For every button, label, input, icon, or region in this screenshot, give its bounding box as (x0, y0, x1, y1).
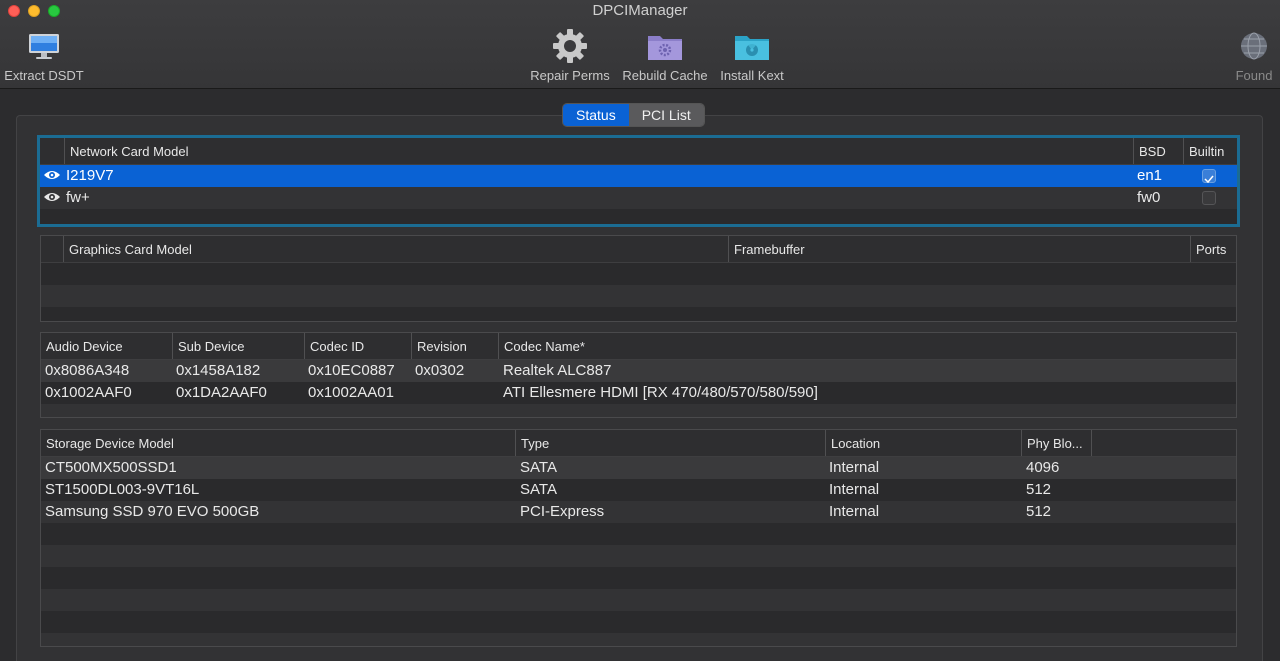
gear-icon (528, 26, 612, 66)
column-header-graphics-model[interactable]: Graphics Card Model (63, 236, 728, 262)
network-model-cell: fw+ (66, 189, 90, 206)
type-cell: PCI-Express (520, 503, 605, 520)
rebuild-cache-button[interactable]: Rebuild Cache (620, 26, 710, 83)
folder-radiation-icon (716, 26, 788, 66)
column-header-bsd[interactable]: BSD (1133, 138, 1183, 164)
empty-row (41, 523, 1236, 545)
column-header-location[interactable]: Location (825, 430, 1021, 456)
tab-pci-list[interactable]: PCI List (628, 104, 704, 126)
storage-table-header: Storage Device Model Type Location Phy B… (41, 430, 1236, 457)
location-cell: Internal (829, 481, 880, 498)
column-header-builtin[interactable]: Builtin (1183, 138, 1237, 164)
table-row[interactable]: ST1500DL003-9VT16L SATA Internal 512 (41, 479, 1236, 501)
eye-icon (44, 193, 60, 201)
revision-cell: 0x0302 (415, 362, 465, 379)
phy-block-cell: 512 (1026, 503, 1052, 520)
empty-row (41, 567, 1236, 589)
bsd-cell: fw0 (1137, 189, 1161, 206)
audio-device-cell: 0x8086A348 (45, 362, 130, 379)
location-cell: Internal (829, 503, 880, 520)
column-header-revision[interactable]: Revision (411, 333, 498, 359)
audio-table[interactable]: Audio Device Sub Device Codec ID Revisio… (40, 332, 1237, 418)
extract-dsdt-label: Extract DSDT (4, 68, 84, 83)
tab-status[interactable]: Status (563, 104, 629, 126)
network-model-cell: I219V7 (66, 167, 114, 184)
empty-row (41, 545, 1236, 567)
audio-table-header: Audio Device Sub Device Codec ID Revisio… (41, 333, 1236, 360)
table-row[interactable]: I219V7 en1 (40, 165, 1237, 187)
column-header-audio-device[interactable]: Audio Device (41, 333, 172, 359)
install-kext-button[interactable]: Install Kext (716, 26, 788, 83)
column-header-codec-id[interactable]: Codec ID (304, 333, 411, 359)
empty-row (41, 263, 1236, 285)
empty-row (41, 633, 1236, 646)
empty-row (41, 611, 1236, 633)
extract-dsdt-button[interactable]: Extract DSDT (2, 26, 86, 83)
empty-row (40, 209, 1237, 224)
column-header-codec-name[interactable]: Codec Name* (498, 333, 1236, 359)
empty-row (41, 589, 1236, 611)
column-header-network-model[interactable]: Network Card Model (64, 138, 1133, 164)
globe-icon (1230, 26, 1278, 66)
column-header-sub-device[interactable]: Sub Device (172, 333, 304, 359)
storage-model-cell: ST1500DL003-9VT16L (45, 481, 200, 498)
found-label: Found (1235, 68, 1273, 83)
empty-row (41, 404, 1236, 417)
network-table-header: Network Card Model BSD Builtin (40, 138, 1237, 165)
storage-model-cell: Samsung SSD 970 EVO 500GB (45, 503, 260, 520)
column-header-storage-model[interactable]: Storage Device Model (41, 430, 515, 456)
window-title: DPCIManager (592, 2, 688, 19)
monitor-icon (2, 26, 86, 66)
folder-gear-icon (620, 26, 710, 66)
location-cell: Internal (829, 459, 880, 476)
eye-icon (44, 171, 60, 179)
codec-id-cell: 0x1002AA01 (308, 384, 394, 401)
repair-perms-button[interactable]: Repair Perms (528, 26, 612, 83)
storage-model-cell: CT500MX500SSD1 (45, 459, 177, 476)
empty-row (41, 307, 1236, 321)
codec-name-cell: Realtek ALC887 (503, 362, 612, 379)
table-row[interactable]: Samsung SSD 970 EVO 500GB PCI-Express In… (41, 501, 1236, 523)
column-header-type[interactable]: Type (515, 430, 825, 456)
table-row[interactable]: fw+ fw0 (40, 187, 1237, 209)
network-table[interactable]: Network Card Model BSD Builtin I219V7 en… (37, 135, 1240, 227)
builtin-checkbox[interactable] (1202, 191, 1216, 205)
install-kext-label: Install Kext (720, 68, 784, 83)
rebuild-cache-label: Rebuild Cache (622, 68, 708, 83)
codec-id-cell: 0x10EC0887 (308, 362, 395, 379)
toolbar: DPCIManager Extract DSDT Repair Perms Re… (0, 0, 1280, 89)
graphics-table[interactable]: Graphics Card Model Framebuffer Ports (40, 235, 1237, 322)
phy-block-cell: 4096 (1026, 459, 1060, 476)
empty-row (41, 285, 1236, 307)
table-row[interactable]: CT500MX500SSD1 SATA Internal 4096 (41, 457, 1236, 479)
column-header-phy-block[interactable]: Phy Blo... (1021, 430, 1091, 456)
found-button[interactable]: Found (1230, 26, 1278, 83)
sub-device-cell: 0x1DA2AAF0 (176, 384, 267, 401)
tab-bar: Status PCI List (562, 103, 705, 127)
graphics-table-header: Graphics Card Model Framebuffer Ports (41, 236, 1236, 263)
column-header-ports[interactable]: Ports (1190, 236, 1236, 262)
storage-table[interactable]: Storage Device Model Type Location Phy B… (40, 429, 1237, 647)
table-row[interactable]: 0x1002AAF0 0x1DA2AAF0 0x1002AA01 ATI Ell… (41, 382, 1236, 404)
type-cell: SATA (520, 481, 557, 498)
repair-perms-label: Repair Perms (530, 68, 610, 83)
type-cell: SATA (520, 459, 557, 476)
audio-device-cell: 0x1002AAF0 (45, 384, 132, 401)
phy-block-cell: 512 (1026, 481, 1052, 498)
table-row[interactable]: 0x8086A348 0x1458A182 0x10EC0887 0x0302 … (41, 360, 1236, 382)
builtin-checkbox[interactable] (1202, 169, 1216, 184)
bsd-cell: en1 (1137, 167, 1163, 184)
sub-device-cell: 0x1458A182 (176, 362, 261, 379)
column-header-framebuffer[interactable]: Framebuffer (728, 236, 1190, 262)
codec-name-cell: ATI Ellesmere HDMI [RX 470/480/570/580/5… (503, 384, 818, 401)
